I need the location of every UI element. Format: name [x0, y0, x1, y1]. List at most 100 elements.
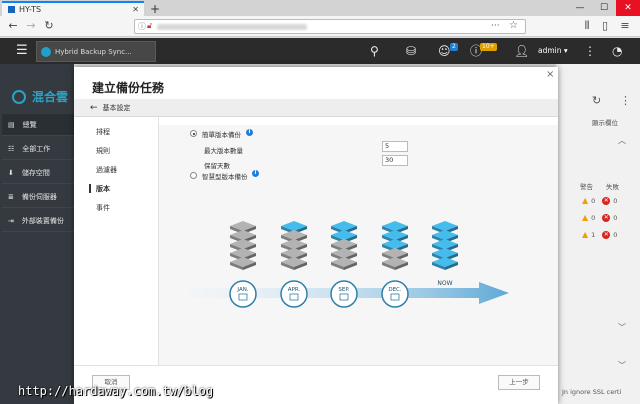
sidebar-toggle-icon[interactable]: ▯	[598, 19, 612, 33]
nav-rules[interactable]: 規則	[96, 146, 110, 156]
new-tab-button[interactable]: +	[150, 2, 160, 16]
server-stack	[432, 221, 458, 270]
warning-icon: ▲	[582, 196, 589, 205]
nav-versioning[interactable]: 版本	[96, 184, 110, 194]
sidebar-item-external-backup[interactable]: ⇥ 外部裝置備份	[2, 210, 74, 232]
expand-icon[interactable]: ﹀	[618, 322, 626, 333]
server-icon: ≣	[8, 192, 14, 201]
overview-icon: ▤	[8, 120, 15, 129]
month-apr-label: APR.	[288, 287, 301, 293]
browser-tab[interactable]: HY-TS ✕	[2, 1, 144, 16]
show-columns-button[interactable]: 顯示欄位	[592, 117, 618, 127]
notification-badge: 2	[450, 43, 458, 51]
hbs-logo-icon	[12, 90, 26, 104]
nav-events[interactable]: 事件	[96, 203, 110, 213]
dialog-title: 建立備份任務	[92, 81, 165, 95]
app-tab-hybrid-backup-sync[interactable]: Hybrid Backup Sync...	[36, 41, 156, 62]
browser-tab-title: HY-TS	[19, 5, 42, 14]
table-row: ▲ 0 ✕ 0	[582, 196, 618, 205]
col-failed: 失敗	[606, 183, 619, 191]
search-icon[interactable]: ⚲	[370, 44, 379, 58]
server-layer-icon	[382, 257, 408, 270]
qnap-favicon-icon	[8, 6, 15, 13]
sidebar-item-all-jobs[interactable]: ☷ 全部工作	[2, 138, 74, 160]
warning-icon: ▲	[582, 230, 589, 239]
error-icon: ✕	[602, 230, 611, 239]
nav-filter[interactable]: 過濾器	[96, 165, 117, 175]
error-icon: ✕	[602, 213, 611, 222]
address-bar[interactable]: ⓘ 🔓︎ ··· ☆	[134, 19, 526, 34]
simple-versioning-info-icon[interactable]: i	[246, 129, 253, 136]
browser-tab-bar: HY-TS ✕ + — ☐ ✕	[0, 0, 640, 16]
server-layer-icon	[432, 257, 458, 270]
retention-days-input[interactable]: 30	[382, 155, 408, 166]
more-icon[interactable]: ⋮	[620, 94, 631, 107]
previous-button[interactable]: 上一步	[498, 375, 540, 390]
max-versions-input[interactable]: 5	[382, 141, 408, 152]
back-arrow-icon[interactable]: ←	[90, 103, 98, 113]
server-stack	[331, 221, 357, 270]
server-stack	[230, 221, 256, 270]
jobs-icon: ☷	[8, 144, 15, 153]
menu-icon[interactable]: ≡	[618, 19, 632, 33]
notifications-icon[interactable]: ☺	[438, 44, 451, 58]
maximize-button[interactable]: ☐	[592, 0, 616, 16]
hamburger-menu-icon[interactable]: ☰	[16, 44, 28, 58]
retention-days-label: 保留天數	[204, 162, 230, 170]
col-warning: 警告	[580, 183, 593, 191]
page-actions-icon[interactable]: ···	[491, 21, 500, 31]
smart-versioning-label: 智慧型版本備份	[202, 173, 248, 181]
simple-versioning-radio[interactable]	[190, 130, 197, 137]
sidebar-item-storage[interactable]: ⬇ 儲存空間	[2, 162, 74, 184]
breadcrumb[interactable]: ← 基本設定	[74, 99, 558, 117]
hybrid-backup-sync-icon	[41, 46, 51, 57]
month-sep-label: SEP.	[338, 287, 349, 293]
month-badge-jan: JAN.	[229, 280, 257, 308]
nav-schedule[interactable]: 排程	[96, 127, 110, 137]
browser-nav-bar: ← → ↻ ⓘ 🔓︎ ··· ☆ ⫴ ▯ ≡	[0, 16, 640, 37]
dialog-close-icon[interactable]: ×	[546, 69, 554, 80]
sidebar-item-overview[interactable]: ▤ 總覽	[2, 114, 74, 136]
max-versions-label: 最大版本數量	[204, 147, 243, 155]
dialog-left-nav	[74, 117, 159, 365]
user-icon[interactable]: 👤︎	[514, 44, 529, 58]
user-menu[interactable]: admin ▾	[538, 46, 568, 55]
breadcrumb-label: 基本設定	[102, 103, 131, 112]
insecure-lock-icon[interactable]: 🔓︎	[147, 21, 152, 31]
more-options-icon[interactable]: ⋮	[584, 44, 596, 58]
server-layer-icon	[281, 257, 307, 270]
create-backup-job-dialog: 建立備份任務 × ← 基本設定 排程 規則 過濾器 版本 事件 簡單版本備份 i…	[74, 67, 558, 404]
server-layer-icon	[331, 257, 357, 270]
server-stack	[382, 221, 408, 270]
active-nav-indicator	[89, 184, 91, 193]
sidebar-item-backup-server[interactable]: ≣ 備份伺服器	[2, 186, 74, 208]
month-badge-apr: APR.	[280, 280, 308, 308]
back-icon[interactable]: ←	[6, 19, 20, 33]
expand-icon[interactable]: ﹀	[618, 360, 626, 371]
month-jan-label: JAN.	[236, 287, 248, 293]
smart-versioning-info-icon[interactable]: i	[252, 170, 259, 177]
dashboard-icon[interactable]: ◔	[612, 44, 622, 58]
blurred-url	[157, 24, 307, 30]
bottom-status-text: Jn ignore SSL certi	[562, 388, 622, 396]
warning-icon: ▲	[582, 213, 589, 222]
library-icon[interactable]: ⫴	[580, 19, 594, 33]
collapse-icon[interactable]: ︿	[618, 135, 626, 146]
reload-icon[interactable]: ↻	[42, 19, 56, 33]
close-window-button[interactable]: ✕	[616, 0, 640, 16]
error-icon: ✕	[602, 196, 611, 205]
server-stack	[281, 221, 307, 270]
background-tasks-icon[interactable]: ⛁	[406, 44, 416, 58]
smart-versioning-radio[interactable]	[190, 172, 197, 179]
simple-versioning-label: 簡單版本備份	[202, 131, 241, 139]
forward-icon[interactable]: →	[24, 19, 38, 33]
hbs-logo-text: 混合雲	[32, 90, 69, 104]
tab-close-icon[interactable]: ✕	[132, 5, 139, 14]
server-stacks	[230, 221, 458, 270]
info-icon[interactable]: ⓘ	[138, 21, 146, 32]
bookmark-star-icon[interactable]: ☆	[509, 20, 518, 31]
minimize-button[interactable]: —	[568, 0, 592, 16]
table-row: ▲ 0 ✕ 0	[582, 213, 618, 222]
app-tab-label: Hybrid Backup Sync...	[55, 47, 132, 56]
refresh-icon[interactable]: ↻	[592, 94, 601, 107]
